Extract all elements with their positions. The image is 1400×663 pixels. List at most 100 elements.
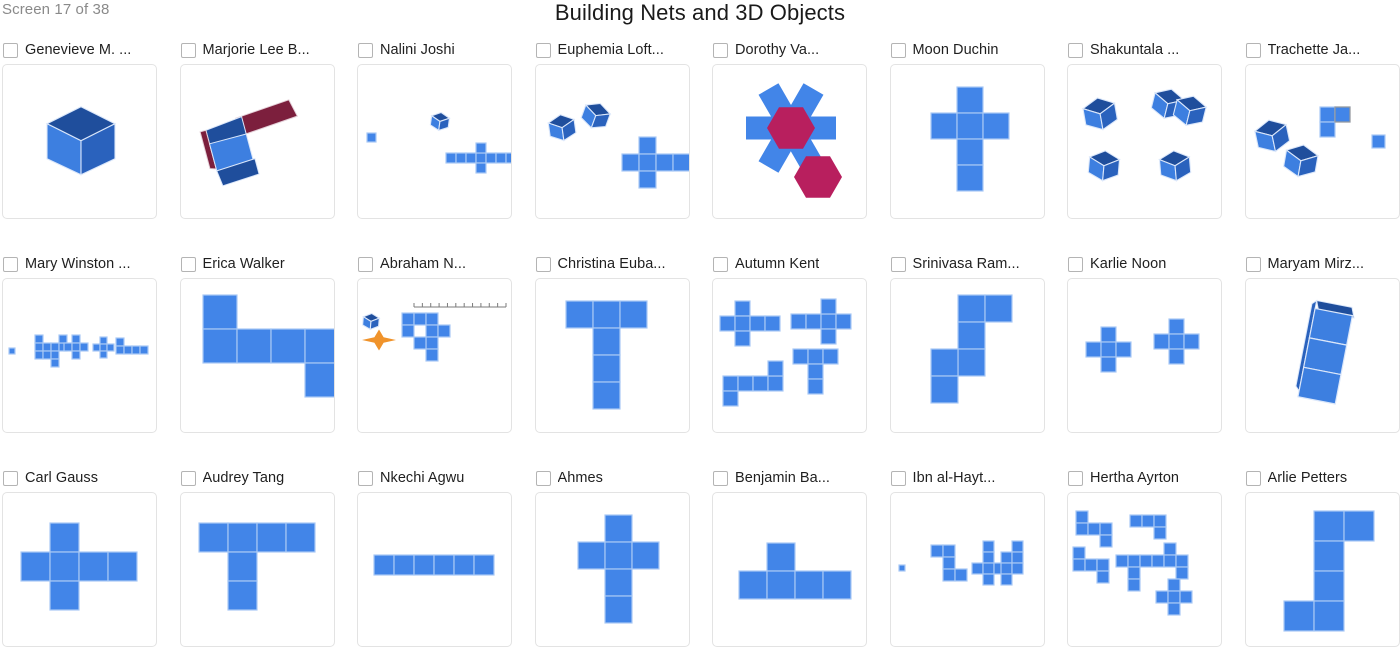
thumbnail-cell[interactable]: Arlie Petters (1243, 464, 1400, 663)
thumbnail-cell[interactable]: Shakuntala ... (1065, 36, 1243, 250)
select-checkbox[interactable] (358, 256, 373, 272)
thumbnail-cell[interactable]: Nkechi Agwu (355, 464, 533, 663)
thumbnail-cell[interactable]: Christina Euba... (533, 250, 711, 464)
student-name-label: Ibn al-Hayt... (912, 470, 996, 486)
student-work-thumbnail[interactable] (1067, 64, 1222, 219)
thumbnail-cell[interactable]: Dorothy Va... (710, 36, 888, 250)
two-plus-nets-icon (1085, 318, 1200, 373)
student-work-thumbnail[interactable] (889, 492, 1045, 647)
thumbnail-cell[interactable]: Erica Walker (178, 250, 356, 464)
thumbnail-cell[interactable]: Karlie Noon (1065, 250, 1243, 464)
student-work-thumbnail[interactable] (712, 492, 867, 647)
select-checkbox[interactable] (1245, 42, 1261, 58)
student-work-thumbnail[interactable] (712, 278, 867, 433)
select-checkbox[interactable] (1068, 256, 1083, 272)
thumbnail-header: Arlie Petters (1243, 464, 1400, 492)
thumbnail-cell[interactable]: Genevieve M. ... (0, 36, 178, 250)
thumbnail-cell[interactable]: Maryam Mirz... (1243, 250, 1400, 464)
student-name-label: Autumn Kent (735, 256, 820, 272)
select-checkbox[interactable] (180, 256, 196, 272)
select-checkbox[interactable] (535, 256, 551, 272)
select-checkbox[interactable] (358, 42, 373, 58)
thumbnail-cell[interactable]: Euphemia Loft... (533, 36, 711, 250)
page-header: Screen 17 of 38 Building Nets and 3D Obj… (0, 0, 1400, 36)
student-work-thumbnail[interactable] (357, 278, 512, 433)
thumbnail-cell[interactable]: Abraham N... (355, 250, 533, 464)
select-checkbox[interactable] (535, 470, 551, 486)
student-work-thumbnail[interactable] (1067, 278, 1222, 433)
latin-cross-net-icon (929, 86, 1010, 192)
select-checkbox[interactable] (3, 470, 18, 486)
student-work-thumbnail[interactable] (357, 64, 512, 219)
student-work-thumbnail[interactable] (2, 64, 157, 219)
select-checkbox[interactable] (358, 470, 373, 486)
student-work-thumbnail[interactable] (179, 64, 335, 219)
student-name-label: Nalini Joshi (380, 42, 455, 58)
hexagonal-prism-net-icon (746, 83, 842, 198)
select-checkbox[interactable] (180, 470, 196, 486)
student-name-label: Erica Walker (202, 256, 285, 272)
thumbnail-header: Genevieve M. ... (0, 36, 178, 64)
thumbnail-cell[interactable]: Carl Gauss (0, 464, 178, 663)
student-work-thumbnail[interactable] (889, 278, 1045, 433)
thumbnail-header: Abraham N... (355, 250, 533, 278)
thumbnail-cell[interactable]: Autumn Kent (710, 250, 888, 464)
student-name-label: Shakuntala ... (1090, 42, 1180, 58)
student-work-thumbnail[interactable] (534, 492, 690, 647)
thumbnail-cell[interactable]: Nalini Joshi (355, 36, 533, 250)
student-work-thumbnail[interactable] (712, 64, 867, 219)
select-checkbox[interactable] (1245, 470, 1261, 486)
student-work-thumbnail[interactable] (534, 64, 690, 219)
thumbnail-cell[interactable]: Marjorie Lee B... (178, 36, 356, 250)
thumbnail-cell[interactable]: Ahmes (533, 464, 711, 663)
select-checkbox[interactable] (180, 42, 196, 58)
thumbnail-cell[interactable]: Audrey Tang (178, 464, 356, 663)
select-checkbox[interactable] (1068, 42, 1083, 58)
thumbnail-header: Nalini Joshi (355, 36, 533, 64)
student-work-thumbnail[interactable] (2, 278, 157, 433)
select-checkbox[interactable] (713, 42, 728, 58)
thumbnail-header: Maryam Mirz... (1243, 250, 1400, 278)
select-checkbox[interactable] (535, 42, 551, 58)
select-checkbox[interactable] (3, 42, 18, 58)
t-shape-net-icon (197, 522, 316, 611)
student-work-thumbnail[interactable] (179, 278, 335, 433)
many-small-nets-icon (8, 334, 149, 368)
student-work-thumbnail[interactable] (889, 64, 1045, 219)
student-work-thumbnail[interactable] (1244, 278, 1400, 433)
thumbnail-header: Audrey Tang (178, 464, 356, 492)
thumbnail-header: Erica Walker (178, 250, 356, 278)
thumbnail-header: Mary Winston ... (0, 250, 178, 278)
select-checkbox[interactable] (713, 256, 728, 272)
thumbnail-cell[interactable]: Benjamin Ba... (710, 464, 888, 663)
select-checkbox[interactable] (1068, 470, 1083, 486)
student-work-thumbnail[interactable] (1067, 492, 1222, 647)
student-work-thumbnail[interactable] (1244, 492, 1400, 647)
thumbnail-header: Christina Euba... (533, 250, 711, 278)
thumbnail-cell[interactable]: Moon Duchin (888, 36, 1066, 250)
thumbnail-cell[interactable]: Mary Winston ... (0, 250, 178, 464)
four-assorted-nets-icon (719, 298, 852, 407)
student-work-thumbnail[interactable] (179, 492, 335, 647)
student-name-label: Abraham N... (380, 256, 467, 272)
select-checkbox[interactable] (3, 256, 18, 272)
select-checkbox[interactable] (1245, 256, 1261, 272)
thumbnail-cell[interactable]: Ibn al-Hayt... (888, 464, 1066, 663)
thumbnail-header: Moon Duchin (888, 36, 1066, 64)
thumbnail-cell[interactable]: Srinivasa Ram... (888, 250, 1066, 464)
tall-t-net-icon (564, 300, 648, 410)
student-name-label: Maryam Mirz... (1267, 256, 1365, 272)
student-work-thumbnail[interactable] (2, 492, 157, 647)
student-name-label: Genevieve M. ... (25, 42, 132, 58)
select-checkbox[interactable] (890, 470, 906, 486)
select-checkbox[interactable] (890, 256, 906, 272)
zigzag-strip-net-icon (201, 294, 334, 398)
select-checkbox[interactable] (890, 42, 906, 58)
student-work-thumbnail[interactable] (534, 278, 690, 433)
student-work-thumbnail[interactable] (357, 492, 512, 647)
student-work-thumbnail[interactable] (1244, 64, 1400, 219)
thumbnail-cell[interactable]: Trachette Ja... (1243, 36, 1400, 250)
select-checkbox[interactable] (713, 470, 728, 486)
thumbnail-cell[interactable]: Hertha Ayrton (1065, 464, 1243, 663)
thumbnail-header: Carl Gauss (0, 464, 178, 492)
